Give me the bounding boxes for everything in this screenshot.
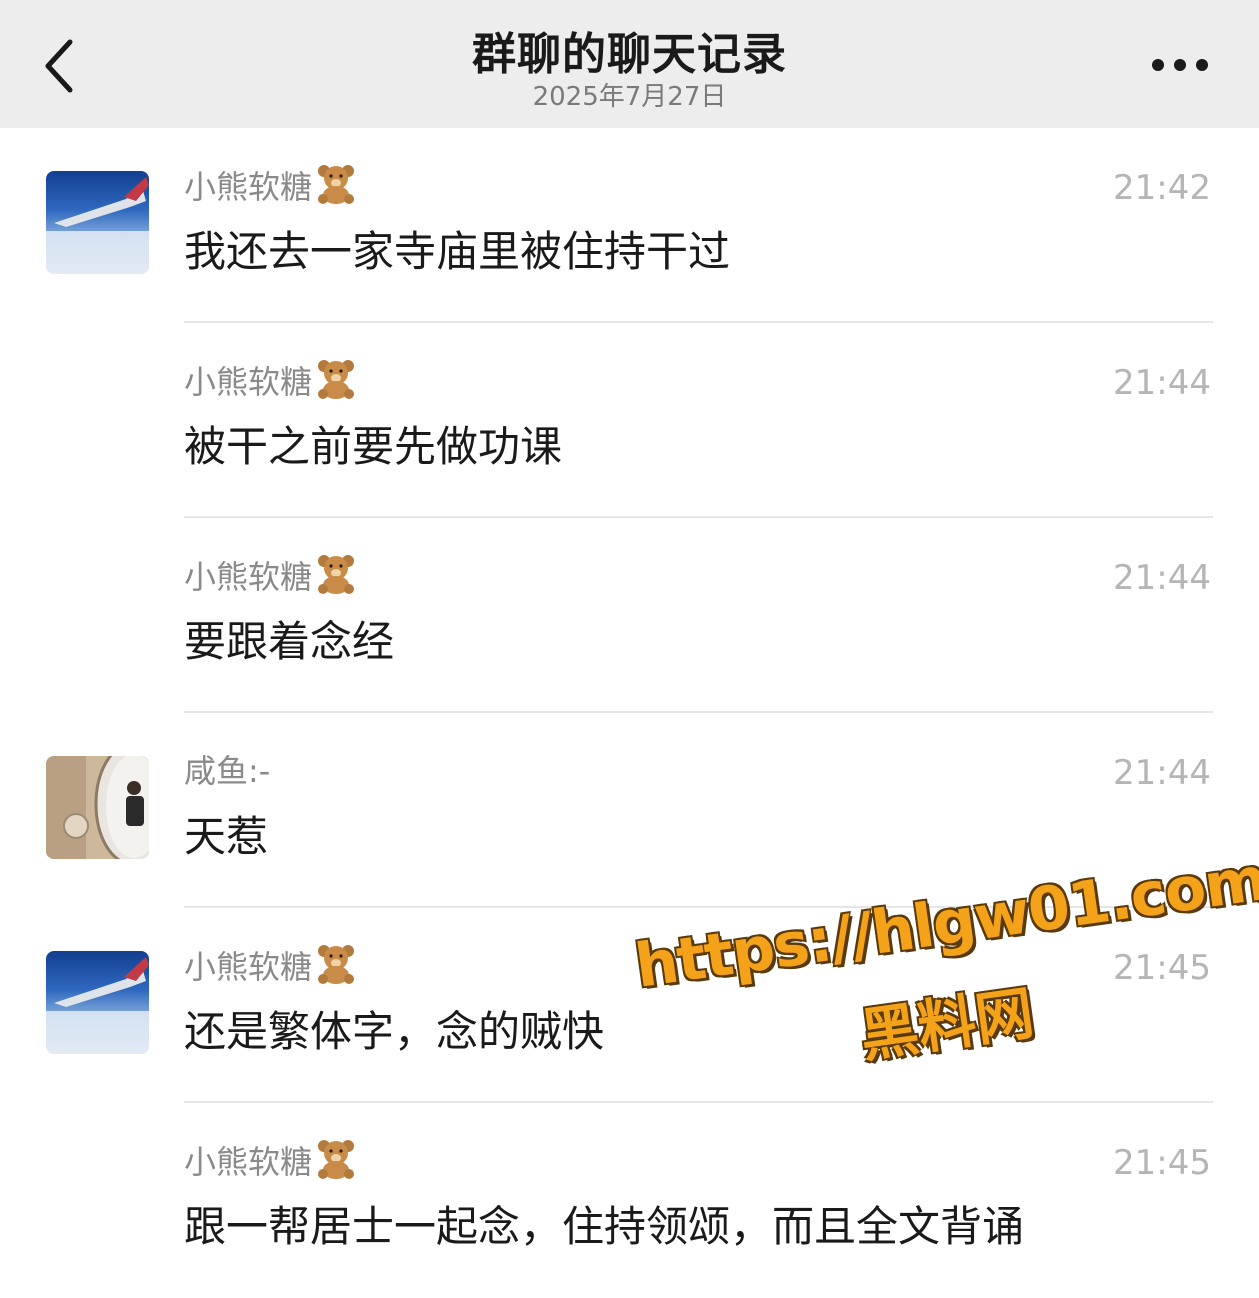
- message-list: 小熊软糖 21:42 我还去一家寺庙里被住持干过 小熊软糖 21:44 被干之前…: [0, 128, 1259, 1298]
- message-time: 21:44: [1113, 753, 1211, 793]
- teddy-bear-icon: [314, 1139, 358, 1190]
- message-text[interactable]: 要跟着念经: [184, 614, 394, 670]
- message-text[interactable]: 还是繁体字，念的贼快: [184, 1004, 604, 1060]
- message-text[interactable]: 被干之前要先做功课: [184, 419, 562, 475]
- sender-name: 小熊软糖: [184, 164, 358, 215]
- page-subtitle-date: 2025年7月27日: [532, 82, 727, 112]
- more-dots-icon: [1152, 59, 1208, 71]
- message-time: 21:44: [1113, 558, 1211, 598]
- nav-bar: 群聊的聊天记录 2025年7月27日: [0, 0, 1259, 128]
- teddy-bear-icon: [314, 164, 358, 215]
- avatar[interactable]: [46, 951, 149, 1054]
- message-text[interactable]: 天惹: [184, 809, 268, 865]
- message-time: 21:44: [1113, 363, 1211, 403]
- more-button[interactable]: [1148, 52, 1212, 78]
- message-time: 21:45: [1113, 948, 1211, 988]
- sender-name: 小熊软糖: [184, 944, 358, 995]
- message-time: 21:45: [1113, 1143, 1211, 1183]
- sender-name: 小熊软糖: [184, 1139, 358, 1190]
- sender-name: 小熊软糖: [184, 359, 358, 410]
- message-time: 21:42: [1113, 168, 1211, 208]
- message-item[interactable]: 小熊软糖 21:44 要跟着念经: [0, 518, 1259, 713]
- teddy-bear-icon: [314, 359, 358, 410]
- message-item[interactable]: 小熊软糖 21:45 还是繁体字，念的贼快: [0, 908, 1259, 1103]
- avatar[interactable]: [46, 171, 149, 274]
- teddy-bear-icon: [314, 944, 358, 995]
- avatar[interactable]: [46, 756, 149, 859]
- message-item[interactable]: 小熊软糖 21:44 被干之前要先做功课: [0, 323, 1259, 518]
- message-item[interactable]: 咸鱼:- 21:44 天惹: [0, 713, 1259, 908]
- message-item[interactable]: 小熊软糖 21:42 我还去一家寺庙里被住持干过: [0, 128, 1259, 323]
- sender-name: 小熊软糖: [184, 554, 358, 605]
- message-item[interactable]: 小熊软糖 21:45 跟一帮居士一起念，住持领颂，而且全文背诵: [0, 1103, 1259, 1298]
- message-text[interactable]: 跟一帮居士一起念，住持领颂，而且全文背诵: [184, 1199, 1024, 1255]
- sender-name: 咸鱼:-: [184, 752, 271, 790]
- page-title: 群聊的聊天记录: [472, 29, 787, 80]
- teddy-bear-icon: [314, 554, 358, 605]
- message-text[interactable]: 我还去一家寺庙里被住持干过: [184, 224, 730, 280]
